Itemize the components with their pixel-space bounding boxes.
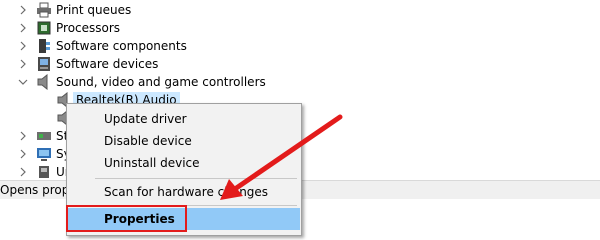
- tree-item-label: Software components: [56, 39, 187, 53]
- menu-item-scan-hardware[interactable]: Scan for hardware changes: [68, 181, 300, 203]
- menu-item-label: Disable device: [104, 134, 192, 148]
- menu-separator: [95, 178, 297, 179]
- chevron-right-icon[interactable]: [18, 55, 28, 73]
- storage-icon: [36, 128, 52, 144]
- chevron-right-icon[interactable]: [18, 145, 28, 163]
- usb-icon: [36, 164, 52, 180]
- tree-item-label: Print queues: [56, 3, 132, 17]
- tree-item-label: Processors: [56, 21, 121, 35]
- software-device-icon: [36, 56, 52, 72]
- menu-item-label: Uninstall device: [104, 156, 200, 170]
- tree-item-software-components[interactable]: Software components: [0, 37, 600, 55]
- chevron-right-icon[interactable]: [18, 19, 28, 37]
- tree-item-print-queues[interactable]: Print queues: [0, 1, 600, 19]
- chevron-right-icon[interactable]: [18, 1, 28, 19]
- chevron-down-icon[interactable]: [18, 73, 28, 91]
- system-icon: [36, 146, 52, 162]
- tree-item-label: Sound, video and game controllers: [56, 75, 266, 89]
- tree-item-sound-video-game-controllers[interactable]: Sound, video and game controllers: [0, 73, 600, 91]
- menu-item-label: Scan for hardware changes: [104, 185, 269, 199]
- tree-item-software-devices[interactable]: Software devices: [0, 55, 600, 73]
- tree-item-label: Software devices: [56, 57, 159, 71]
- menu-separator: [95, 205, 297, 206]
- menu-item-update-driver[interactable]: Update driver: [68, 108, 300, 130]
- speaker-icon: [36, 73, 52, 91]
- menu-item-label: Properties: [104, 212, 175, 226]
- menu-item-label: Update driver: [104, 112, 187, 126]
- tree-item-processors[interactable]: Processors: [0, 19, 600, 37]
- chevron-right-icon[interactable]: [18, 127, 28, 145]
- chevron-right-icon[interactable]: [18, 37, 28, 55]
- software-component-icon: [36, 38, 52, 54]
- processor-icon: [36, 20, 52, 36]
- menu-item-properties[interactable]: Properties: [68, 208, 300, 230]
- menu-item-disable-device[interactable]: Disable device: [68, 130, 300, 152]
- chevron-right-icon[interactable]: [18, 163, 28, 181]
- printer-icon: [36, 2, 52, 18]
- context-menu: Update driver Disable device Uninstall d…: [66, 103, 302, 236]
- menu-item-uninstall-device[interactable]: Uninstall device: [68, 152, 300, 174]
